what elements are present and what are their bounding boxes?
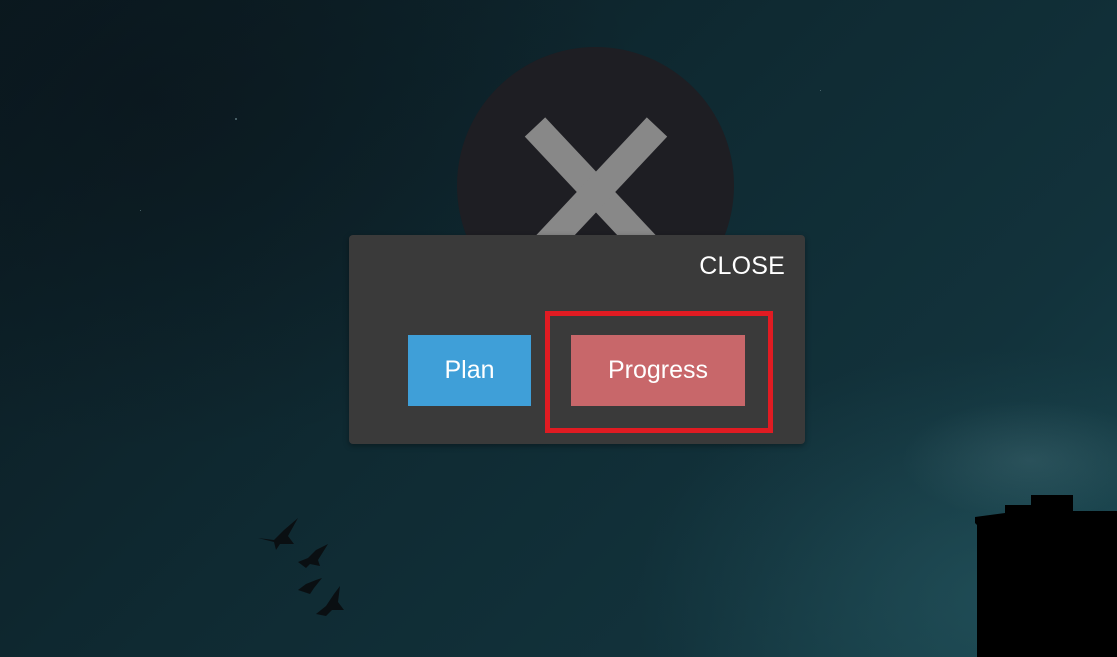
progress-button[interactable]: Progress [571, 335, 745, 406]
screen: CLOSE Plan Progress [0, 0, 1117, 657]
close-link[interactable]: CLOSE [699, 252, 785, 281]
birds-silhouette [258, 518, 344, 616]
plan-button-label: Plan [444, 356, 495, 384]
star [140, 210, 141, 211]
choice-dialog: CLOSE Plan Progress [349, 235, 805, 444]
building-silhouette [975, 495, 1117, 657]
progress-button-label: Progress [607, 356, 709, 384]
star [820, 90, 821, 91]
star [235, 118, 237, 120]
plan-button[interactable]: Plan [408, 335, 531, 406]
